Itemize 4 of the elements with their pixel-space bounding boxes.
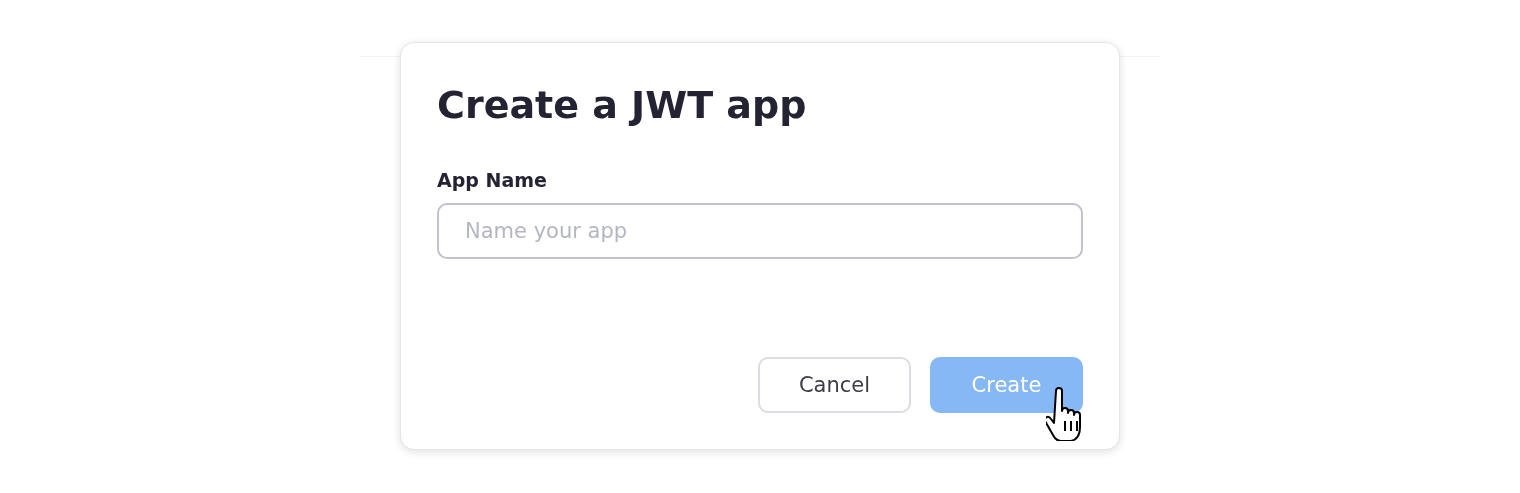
input-field[interactable]: Name your app (437, 202, 1083, 259)
dialog-title: Create a JWT app (437, 83, 807, 129)
cancel-button[interactable]: Cancel (758, 357, 911, 413)
field-label: App Name (437, 168, 547, 191)
